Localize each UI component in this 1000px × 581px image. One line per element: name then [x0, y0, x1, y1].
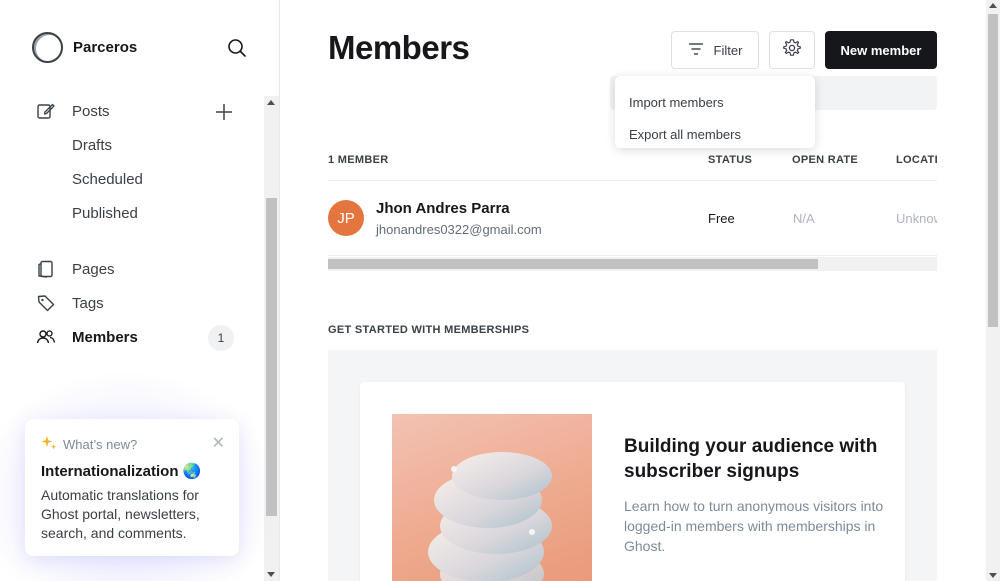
main-content: Members Filter New member Import members…	[280, 0, 986, 581]
new-member-button[interactable]: New member	[825, 31, 937, 69]
members-count-badge: 1	[208, 325, 234, 351]
pages-icon	[36, 259, 56, 279]
get-started-section-title: GET STARTED WITH MEMBERSHIPS	[328, 324, 530, 336]
sidebar-item-posts[interactable]: Posts	[36, 94, 236, 128]
get-started-description: Learn how to turn anonymous visitors int…	[624, 498, 884, 554]
get-started-card[interactable]: Building your audience with subscriber s…	[360, 382, 905, 581]
sidebar-item-label: Posts	[72, 102, 110, 120]
memberships-illustration	[392, 414, 592, 581]
settings-dropdown-menu: Import members Export all members	[615, 76, 815, 148]
sidebar-item-members[interactable]: Members	[36, 320, 236, 354]
sidebar: Parceros Posts Drafts Scheduled Publishe…	[0, 0, 280, 581]
column-header-status[interactable]: STATUS	[708, 154, 752, 166]
posts-icon	[36, 101, 56, 121]
member-name[interactable]: Jhon Andres Parra	[376, 200, 510, 217]
member-status: Free	[708, 211, 735, 226]
close-icon[interactable]: ✕	[212, 433, 225, 453]
table-scroll-thumb[interactable]	[328, 259, 818, 269]
page-title: Members	[328, 29, 470, 66]
sidebar-item-label: Published	[72, 204, 138, 222]
table-row[interactable]: JP Jhon Andres Parra jhonandres0322@gmai…	[328, 181, 937, 256]
members-icon	[36, 327, 56, 347]
filter-icon	[688, 42, 704, 59]
tags-icon	[36, 293, 56, 313]
whats-new-title: Internationalization 🌏	[41, 463, 202, 480]
scroll-up-arrow-icon[interactable]	[989, 3, 997, 8]
sidebar-item-drafts[interactable]: Drafts	[72, 128, 272, 162]
whats-new-label: What’s new?	[63, 437, 138, 452]
column-header-open-rate[interactable]: OPEN RATE	[792, 154, 858, 166]
page-scroll-thumb[interactable]	[988, 14, 998, 327]
members-table-header: 1 MEMBER STATUS OPEN RATE LOCATION	[328, 154, 937, 181]
sidebar-item-label: Drafts	[72, 136, 113, 154]
sidebar-item-pages[interactable]: Pages	[36, 252, 236, 286]
sidebar-item-tags[interactable]: Tags	[36, 286, 236, 320]
sidebar-item-scheduled[interactable]: Scheduled	[72, 162, 272, 196]
settings-button[interactable]	[769, 31, 815, 69]
member-location: Unknown	[896, 211, 937, 226]
sidebar-item-label: Scheduled	[72, 170, 143, 188]
export-all-members-menu-item[interactable]: Export all members	[615, 118, 815, 150]
brand[interactable]: Parceros	[32, 32, 137, 63]
scroll-down-arrow-icon[interactable]	[989, 573, 997, 578]
sparkle-icon	[41, 435, 57, 454]
site-name: Parceros	[73, 39, 138, 56]
filter-label: Filter	[713, 42, 743, 58]
sidebar-item-label: Members	[72, 328, 138, 346]
filter-button[interactable]: Filter	[671, 31, 759, 69]
member-count-label: 1 MEMBER	[328, 154, 389, 166]
member-email: jhonandres0322@gmail.com	[376, 222, 542, 237]
table-horizontal-scrollbar[interactable]	[328, 257, 937, 271]
page-vertical-scrollbar[interactable]	[986, 0, 1000, 581]
avatar: JP	[328, 200, 364, 236]
whats-new-card[interactable]: What’s new? ✕ Internationalization 🌏 Aut…	[25, 419, 239, 556]
column-header-location[interactable]: LOCATION	[896, 154, 937, 166]
get-started-heading: Building your audience with subscriber s…	[624, 436, 878, 482]
sidebar-item-label: Tags	[72, 294, 104, 312]
gear-icon	[782, 38, 802, 63]
import-members-menu-item[interactable]: Import members	[615, 86, 815, 118]
search-icon[interactable]	[226, 37, 248, 59]
sidebar-item-label: Pages	[72, 260, 115, 278]
member-open-rate: N/A	[793, 211, 815, 226]
sidebar-item-published[interactable]: Published	[72, 196, 272, 230]
scroll-up-arrow-icon[interactable]	[267, 100, 275, 105]
site-logo	[32, 32, 63, 63]
whats-new-header: What’s new?	[41, 435, 223, 454]
add-post-icon[interactable]	[213, 101, 235, 123]
whats-new-body: Automatic translations for Ghost portal,…	[41, 487, 200, 541]
get-started-panel: Building your audience with subscriber s…	[328, 350, 937, 581]
